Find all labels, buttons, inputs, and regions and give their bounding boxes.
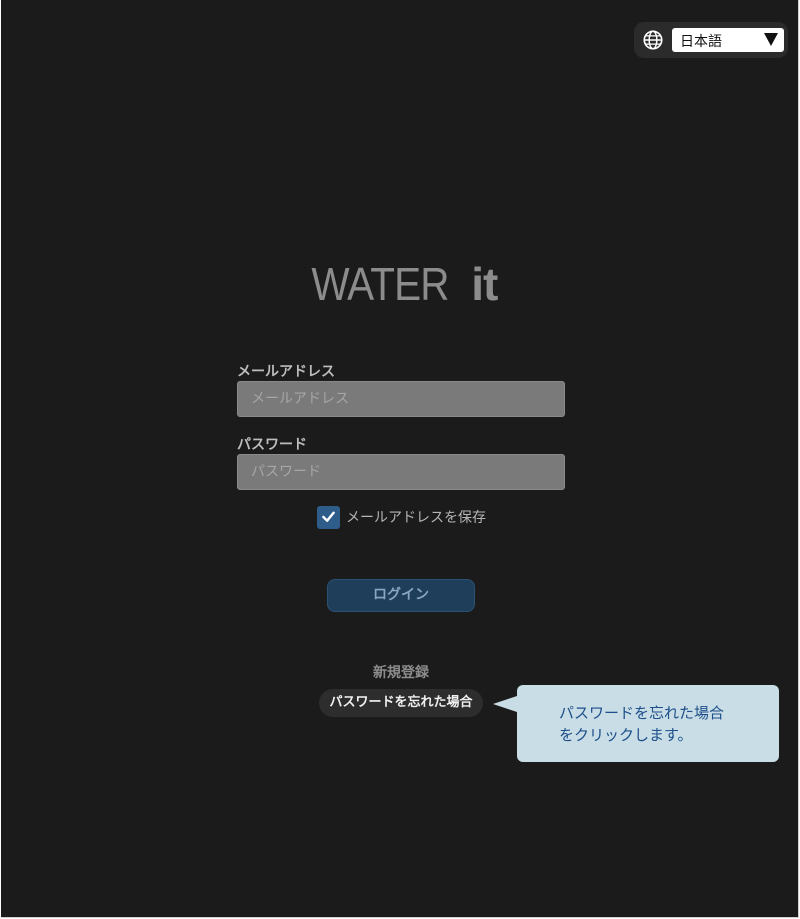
app-logo: WATER it: [1, 255, 798, 313]
language-value: 日本語: [680, 34, 722, 50]
globe-icon: [643, 30, 663, 50]
language-dropdown[interactable]: 日本語: [672, 28, 784, 52]
login-button[interactable]: ログイン: [327, 579, 475, 612]
instruction-callout: パスワードを忘れた場合 をクリックします。: [493, 685, 779, 762]
forgot-password-link[interactable]: パスワードを忘れた場合: [319, 689, 483, 717]
callout-text: パスワードを忘れた場合 をクリックします。: [559, 702, 769, 746]
checkmark-icon: [322, 511, 335, 522]
logo-text-light: WATER: [310, 258, 449, 310]
remember-email-checkbox[interactable]: [317, 505, 340, 529]
password-field[interactable]: [237, 454, 565, 490]
callout-line-2: をクリックします。: [559, 726, 693, 744]
language-selector: 日本語: [634, 22, 788, 58]
register-link-text[interactable]: 新規登録: [373, 665, 429, 681]
register-link: 新規登録: [1, 662, 800, 682]
email-field[interactable]: [237, 381, 565, 417]
triangle-down-icon: [764, 33, 778, 46]
login-screen: 日本語 WATER it メールアドレス パスワード メールアドレスを保存 ログ…: [1, 0, 799, 918]
callout-line-1: パスワードを忘れた場合: [559, 704, 725, 722]
callout-pointer: [493, 696, 517, 712]
remember-email: メールアドレスを保存: [317, 505, 486, 529]
remember-email-label: メールアドレスを保存: [346, 510, 486, 526]
logo-text-bold: it: [471, 258, 498, 310]
email-label: メールアドレス: [237, 364, 335, 380]
password-label: パスワード: [237, 437, 307, 453]
